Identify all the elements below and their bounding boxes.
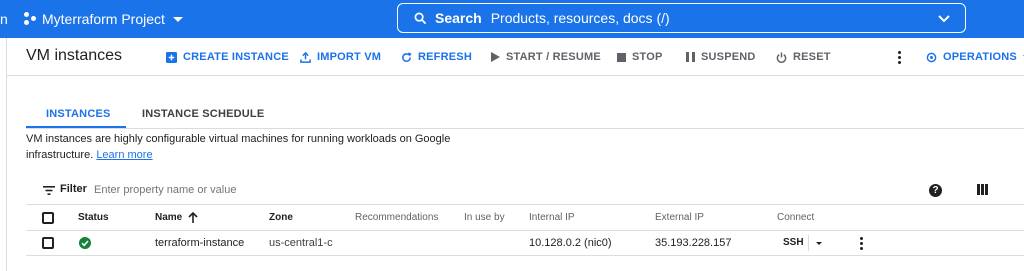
stop-icon — [617, 52, 626, 62]
stop-button[interactable]: STOP — [617, 50, 663, 64]
tab-instance-schedule[interactable]: INSTANCE SCHEDULE — [142, 108, 264, 120]
nav-edge-glyph: n — [0, 11, 8, 27]
start-resume-label: START / RESUME — [506, 51, 601, 63]
start-resume-button[interactable]: START / RESUME — [491, 50, 601, 64]
instance-zone: us-central1-c — [269, 237, 333, 249]
search-placeholder: Products, resources, docs (/) — [490, 10, 670, 26]
project-selector[interactable]: Myterraform Project — [24, 9, 183, 29]
create-instance-button[interactable]: CREATE INSTANCE — [166, 50, 289, 64]
column-header-recommendations[interactable]: Recommendations — [355, 212, 438, 223]
project-icon — [24, 12, 38, 26]
stop-label: STOP — [632, 51, 663, 63]
more-actions-icon[interactable] — [898, 51, 901, 66]
sort-ascending-icon[interactable] — [188, 212, 198, 223]
top-navigation-bar: n Myterraform Project Search Products, r… — [0, 0, 1024, 38]
table-row[interactable]: terraform-instance us-central1-c 10.128.… — [26, 232, 1024, 256]
description-text: VM instances are highly configurable vir… — [26, 133, 451, 161]
main-pane: VM instances CREATE INSTANCE IMPORT VM R — [6, 38, 1024, 271]
operations-icon — [926, 52, 937, 62]
tab-instances[interactable]: INSTANCES — [46, 108, 111, 120]
caret-down-icon — [172, 16, 183, 22]
column-header-connect[interactable]: Connect — [777, 212, 814, 223]
refresh-label: REFRESH — [418, 51, 472, 63]
search-icon — [414, 12, 427, 24]
column-header-name[interactable]: Name — [155, 212, 182, 223]
import-vm-label: IMPORT VM — [317, 51, 382, 63]
filter-icon — [43, 186, 55, 195]
suspend-label: SUSPEND — [701, 51, 756, 63]
import-vm-button[interactable]: IMPORT VM — [300, 50, 381, 64]
search-bar[interactable]: Search Products, resources, docs (/) — [397, 3, 966, 33]
instance-external-ip[interactable]: 35.193.228.157 — [655, 237, 731, 249]
instance-name[interactable]: terraform-instance — [155, 237, 244, 249]
pause-icon — [686, 52, 695, 62]
search-label: Search — [435, 10, 482, 26]
column-header-internal-ip[interactable]: Internal IP — [529, 212, 575, 223]
refresh-button[interactable]: REFRESH — [401, 50, 472, 64]
add-box-icon — [166, 51, 177, 63]
select-all-checkbox[interactable] — [42, 212, 54, 224]
reset-label: RESET — [793, 51, 831, 63]
status-running-icon — [79, 237, 91, 249]
reset-button[interactable]: RESET — [776, 50, 831, 64]
operations-button[interactable]: OPERATIONS — [926, 50, 1024, 64]
page-title: VM instances — [26, 47, 123, 64]
power-icon — [776, 51, 787, 63]
ssh-button[interactable]: SSH — [783, 237, 804, 248]
chevron-down-icon[interactable] — [937, 12, 951, 26]
instance-internal-ip: 10.128.0.2 (nic0) — [529, 237, 612, 249]
ssh-options-caret-icon[interactable] — [816, 242, 822, 245]
action-toolbar: VM instances CREATE INSTANCE IMPORT VM R — [7, 38, 1024, 76]
create-instance-label: CREATE INSTANCE — [183, 51, 289, 63]
ssh-divider — [808, 235, 809, 251]
page-description: VM instances are highly configurable vir… — [26, 131, 476, 163]
filter-input[interactable] — [94, 181, 414, 199]
column-header-external-ip[interactable]: External IP — [655, 212, 704, 223]
filter-label: Filter — [60, 183, 87, 195]
help-icon[interactable]: ? — [929, 184, 942, 197]
filter-bar: Filter ? — [26, 177, 1024, 205]
play-icon — [491, 52, 500, 62]
tabs-divider — [26, 128, 1024, 129]
column-display-icon[interactable] — [977, 184, 988, 195]
row-more-actions-icon[interactable] — [860, 237, 863, 252]
table-header: Status Name Zone Recommendations In use … — [26, 206, 1024, 231]
column-header-zone[interactable]: Zone — [269, 212, 293, 223]
refresh-icon — [402, 51, 412, 62]
operations-label: OPERATIONS — [943, 51, 1017, 63]
learn-more-link[interactable]: Learn more — [96, 149, 152, 161]
upload-icon — [300, 51, 311, 63]
row-checkbox[interactable] — [42, 237, 54, 249]
column-header-in-use-by[interactable]: In use by — [464, 212, 505, 223]
suspend-button[interactable]: SUSPEND — [686, 50, 756, 64]
project-name: Myterraform Project — [42, 11, 165, 27]
column-header-status[interactable]: Status — [78, 212, 109, 223]
